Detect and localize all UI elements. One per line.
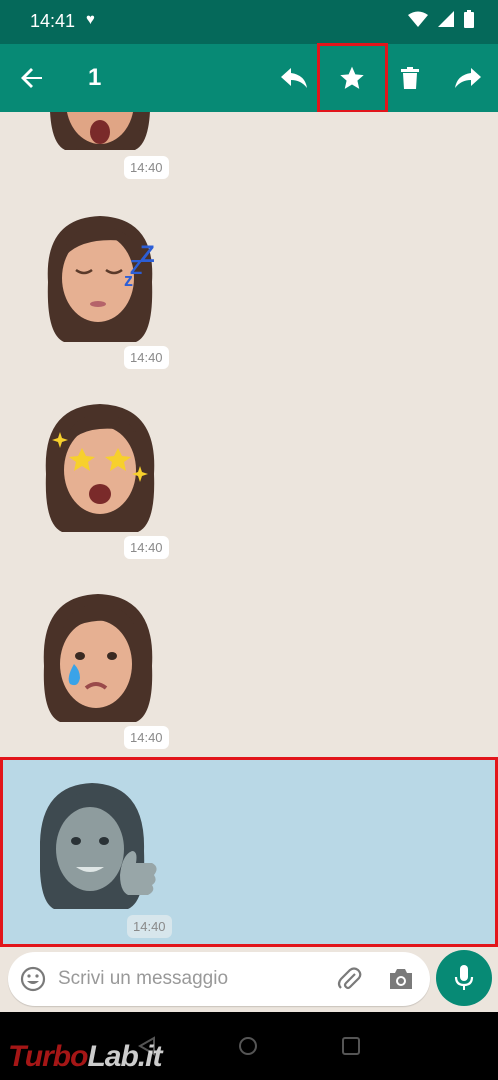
- watermark: TurboLab.it: [8, 1040, 162, 1073]
- signal-icon: [438, 11, 454, 27]
- emoji-icon[interactable]: [20, 966, 46, 992]
- selected-message-row[interactable]: 14:40: [0, 757, 498, 947]
- nav-home-icon[interactable]: [238, 1036, 258, 1056]
- chat-area[interactable]: 14:40 z Z Z 14:40 14:40 14:40 14:40: [0, 112, 498, 950]
- star-highlight-box: [317, 43, 388, 113]
- message-input[interactable]: Scrivi un messaggio: [8, 952, 430, 1006]
- delete-button[interactable]: [382, 44, 438, 112]
- message-placeholder: Scrivi un messaggio: [58, 968, 229, 989]
- forward-button[interactable]: [440, 44, 496, 112]
- message-time: 14:40: [127, 915, 172, 938]
- back-button[interactable]: [4, 44, 60, 112]
- camera-icon[interactable]: [388, 967, 414, 991]
- composer-row: Scrivi un messaggio: [0, 950, 498, 1012]
- message-time: 14:40: [124, 346, 169, 369]
- message-time: 14:40: [124, 156, 169, 179]
- voice-message-button[interactable]: [436, 950, 492, 1006]
- memoji-yawn-sticker: [50, 112, 150, 150]
- memoji-sleeping-sticker: z Z Z: [47, 216, 155, 342]
- sticker-message[interactable]: 14:40: [40, 757, 180, 947]
- sticker-message[interactable]: z Z Z 14:40: [40, 212, 180, 372]
- memoji-crying-sticker: [43, 594, 153, 722]
- svg-text:Z: Z: [140, 241, 155, 268]
- message-time: 14:40: [124, 536, 169, 559]
- selection-action-bar: 1: [0, 44, 498, 112]
- sticker-message[interactable]: 14:40: [40, 592, 180, 752]
- back-arrow-icon: [21, 68, 42, 88]
- memoji-star-struck-sticker: [45, 404, 155, 532]
- trash-icon: [401, 67, 419, 89]
- reply-icon: [281, 68, 307, 88]
- memoji-thumbs-up-sticker: [40, 783, 157, 909]
- microphone-icon: [454, 965, 474, 990]
- message-time: 14:40: [124, 726, 169, 749]
- status-bar: 14:41 ♥: [0, 0, 498, 44]
- paperclip-icon[interactable]: [336, 966, 362, 992]
- sticker-message[interactable]: 14:40: [40, 112, 180, 182]
- heart-icon: ♥: [86, 11, 95, 28]
- battery-icon: [464, 10, 474, 28]
- status-time: 14:41: [30, 11, 76, 31]
- forward-icon: [455, 68, 481, 88]
- sticker-message[interactable]: 14:40: [40, 402, 180, 562]
- selected-count: 1: [88, 64, 102, 91]
- wifi-icon: [408, 11, 428, 27]
- reply-button[interactable]: [266, 44, 322, 112]
- nav-recents-icon[interactable]: [342, 1037, 360, 1055]
